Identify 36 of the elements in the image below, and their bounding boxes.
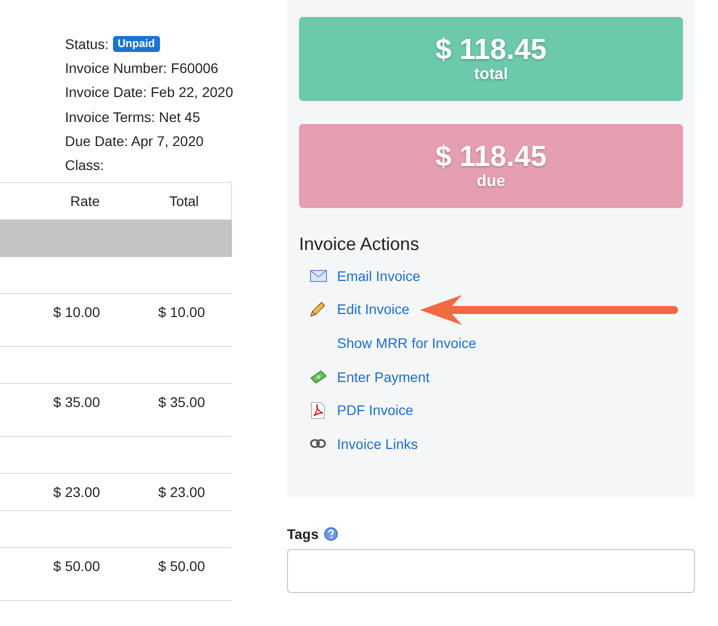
table-cell-text: $ 50.00 xyxy=(52,558,101,574)
table-cell-text: $ 10.00 xyxy=(52,304,101,320)
pdf-icon xyxy=(311,402,325,419)
invoice-detail: Class: xyxy=(65,157,104,174)
action-link[interactable]: Invoice Links xyxy=(337,436,418,452)
money-icon xyxy=(310,370,326,384)
tags-field[interactable] xyxy=(287,549,695,593)
status-label: Status: xyxy=(65,36,109,52)
table-cell-text: $ 23.00 xyxy=(157,484,205,500)
action-link[interactable]: Show MRR for Invoice xyxy=(337,334,476,351)
link-icon xyxy=(310,439,326,448)
invoice-detail: Invoice Terms: Net 45 xyxy=(65,108,200,125)
invoice-detail: Due Date: Apr 7, 2020 xyxy=(65,132,204,149)
status-badge: Unpaid xyxy=(112,36,160,52)
column-header: Total xyxy=(168,193,200,209)
action-link[interactable]: PDF Invoice xyxy=(337,402,414,418)
section-title: Invoice Actions xyxy=(299,234,420,255)
table-cell-text: $ 50.00 xyxy=(157,558,205,574)
amount-caption: due xyxy=(476,173,506,191)
pencil-icon xyxy=(310,301,326,318)
action-link[interactable]: Edit Invoice xyxy=(337,301,410,318)
table-cell-text: $ 23.00 xyxy=(52,484,101,500)
amount: $ 118.45 xyxy=(435,141,547,173)
table-cell-text: $ 10.00 xyxy=(157,304,205,320)
table-cell-text: $ 35.00 xyxy=(52,394,101,410)
amount-caption: total xyxy=(474,66,508,84)
help-icon[interactable] xyxy=(324,527,338,541)
amount: $ 118.45 xyxy=(435,34,547,66)
action-link[interactable]: Enter Payment xyxy=(337,368,430,385)
invoice-detail: Invoice Number: F60006 xyxy=(65,60,218,76)
invoice-detail: Invoice Date: Feb 22, 2020 xyxy=(65,84,234,100)
column-header: Rate xyxy=(69,193,101,209)
tags-label: Tags xyxy=(287,526,319,542)
envelope-icon xyxy=(310,270,326,282)
action-link[interactable]: Email Invoice xyxy=(337,268,420,284)
table-cell-text: $ 35.00 xyxy=(157,394,205,410)
